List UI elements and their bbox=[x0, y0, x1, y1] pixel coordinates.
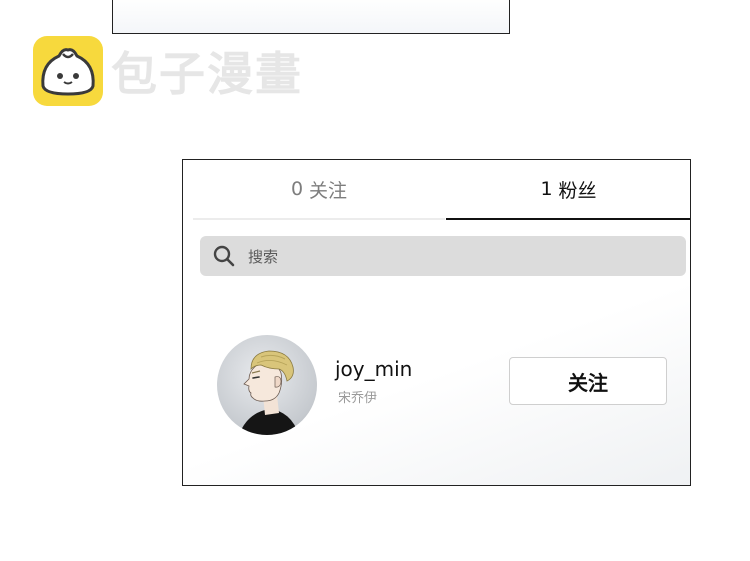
previous-comic-panel bbox=[112, 0, 510, 34]
list-item: joy_min 宋乔伊 关注 bbox=[217, 335, 669, 435]
search-icon bbox=[210, 242, 238, 270]
search-placeholder: 搜索 bbox=[248, 247, 279, 266]
tab-following[interactable]: 0 关注 bbox=[193, 160, 445, 220]
search-input[interactable]: 搜索 bbox=[200, 236, 686, 276]
followers-label: 粉丝 bbox=[558, 179, 597, 202]
follow-list-panel: 0 关注 1 粉丝 搜索 joy_min 宋乔伊 关注 bbox=[182, 159, 691, 486]
avatar[interactable] bbox=[217, 335, 317, 435]
followers-count: 1 bbox=[540, 178, 553, 200]
tab-followers[interactable]: 1 粉丝 bbox=[446, 160, 690, 220]
watermark-brand-text: 包子漫畫 bbox=[111, 47, 303, 101]
user-display-name: 宋乔伊 bbox=[338, 391, 378, 406]
bun-mascot-icon bbox=[33, 36, 103, 106]
following-count: 0 bbox=[290, 178, 304, 200]
watermark: 包子漫畫 bbox=[33, 36, 303, 106]
follow-button[interactable]: 关注 bbox=[509, 357, 667, 405]
tab-bar: 0 关注 1 粉丝 bbox=[193, 160, 690, 220]
username[interactable]: joy_min bbox=[335, 357, 412, 381]
following-label: 关注 bbox=[309, 179, 348, 202]
